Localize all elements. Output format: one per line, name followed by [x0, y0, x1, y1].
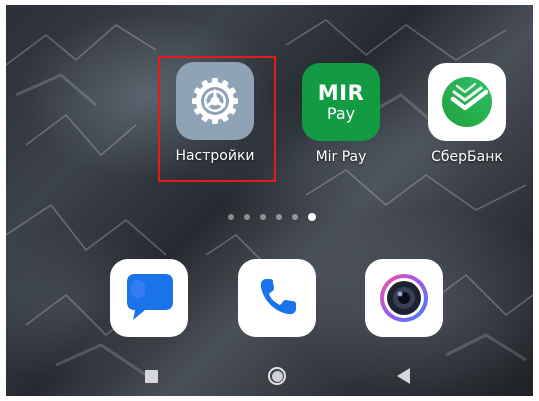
- app-label-mir-pay: Mir Pay: [315, 149, 367, 165]
- app-mir-pay[interactable]: MIR Pay Mir Pay: [296, 63, 386, 165]
- dock-app-phone[interactable]: [238, 259, 316, 337]
- phone-icon: [238, 259, 316, 337]
- dock-app-messages[interactable]: [110, 259, 188, 337]
- back-button[interactable]: [390, 363, 416, 389]
- circle-icon: [268, 367, 286, 385]
- page-indicator: [228, 213, 316, 221]
- square-icon: [144, 369, 158, 383]
- back-triangle-icon: [396, 368, 410, 384]
- recents-button[interactable]: [138, 363, 164, 389]
- app-label-sberbank: СберБанк: [431, 149, 503, 165]
- mir-pay-subtext: Pay: [326, 103, 356, 123]
- page-dot: [228, 214, 234, 220]
- camera-icon: [365, 259, 443, 337]
- home-button[interactable]: [264, 363, 290, 389]
- messages-icon: [110, 259, 188, 337]
- dock-app-camera[interactable]: [365, 259, 443, 337]
- page-dot-active: [308, 213, 316, 221]
- app-sberbank[interactable]: СберБанк: [422, 63, 512, 165]
- sberbank-icon: [428, 63, 506, 141]
- mir-pay-icon: MIR Pay: [302, 63, 380, 141]
- page-dot: [276, 214, 282, 220]
- home-screen: Настройки MIR Pay Mir Pay СберБанк: [6, 5, 533, 396]
- highlight-frame: [158, 56, 276, 182]
- page-dot: [244, 214, 250, 220]
- page-dot: [260, 214, 266, 220]
- mir-logo-text: MIR: [317, 80, 365, 105]
- page-dot: [292, 214, 298, 220]
- navigation-bar: [6, 357, 533, 395]
